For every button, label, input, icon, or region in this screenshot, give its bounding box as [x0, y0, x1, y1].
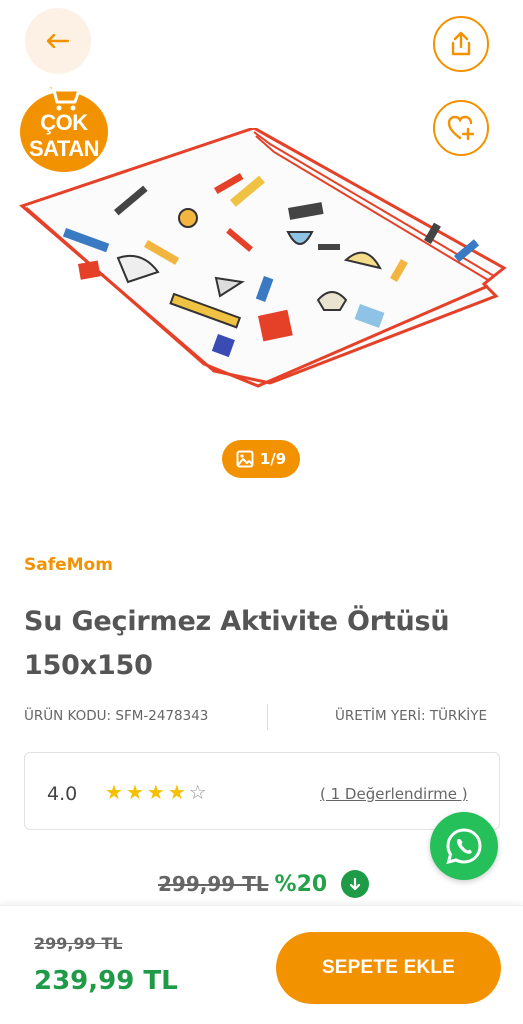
badge-line-2: SATAN — [28, 136, 100, 161]
product-title-line-1: Su Geçirmez Aktivite Örtüsü — [24, 606, 450, 637]
product-meta: ÜRÜN KODU: SFM-2478343 ÜRETİM YERİ: TÜRK… — [24, 708, 487, 724]
share-icon — [451, 31, 471, 56]
shopping-cart-icon — [44, 84, 81, 111]
star-icon: ★ — [146, 780, 165, 804]
rating-value: 4.0 — [47, 783, 78, 805]
back-button[interactable] — [25, 8, 91, 74]
star-outline-icon: ☆ — [188, 780, 207, 804]
star-icon: ★ — [105, 780, 123, 804]
add-to-cart-button[interactable]: SEPETE EKLE — [276, 932, 501, 1004]
image-counter-text: 1/9 — [259, 450, 287, 468]
share-button[interactable] — [433, 16, 489, 72]
brand-name[interactable]: SafeMom — [24, 555, 113, 575]
heart-plus-icon — [447, 115, 475, 141]
product-gallery[interactable]: ÇOK SATAN 1/9 — [0, 0, 523, 500]
arrow-down-icon — [350, 877, 361, 891]
whatsapp-button[interactable] — [430, 812, 498, 880]
add-to-favorites-button[interactable] — [433, 100, 489, 156]
reviews-link[interactable]: ( 1 Değerlendirme ) — [320, 785, 468, 803]
bottom-old-price: 299,99 TL — [34, 934, 123, 953]
discount-badge — [341, 870, 370, 898]
product-origin: ÜRETİM YERİ: TÜRKİYE — [334, 708, 487, 724]
product-code: ÜRÜN KODU: SFM-2478343 — [24, 708, 209, 724]
star-icon: ★ — [125, 780, 144, 804]
image-counter[interactable]: 1/9 — [222, 440, 300, 478]
discount-row: 299,99 TL %20 — [158, 870, 370, 898]
discount-percent: %20 — [274, 871, 328, 897]
whatsapp-icon — [446, 828, 482, 865]
best-seller-badge: ÇOK SATAN — [14, 82, 114, 174]
product-title-line-2: 150x150 — [24, 650, 153, 681]
arrow-left-icon — [47, 34, 69, 48]
bottom-sale-price: 239,99 TL — [34, 966, 178, 996]
star-icon: ★ — [167, 780, 186, 804]
meta-divider — [267, 704, 268, 730]
bottom-purchase-bar: 299,99 TL 239,99 TL SEPETE EKLE — [0, 905, 523, 1024]
list-price: 299,99 TL — [158, 872, 269, 896]
rating-box: 4.0 ★ ★ ★ ★ ☆ ( 1 Değerlendirme ) — [24, 752, 500, 830]
image-icon — [236, 450, 254, 468]
star-rating: ★ ★ ★ ★ ☆ — [105, 781, 207, 803]
product-title: Su Geçirmez Aktivite Örtüsü 150x150 — [24, 600, 504, 688]
badge-line-1: ÇOK — [40, 110, 88, 135]
